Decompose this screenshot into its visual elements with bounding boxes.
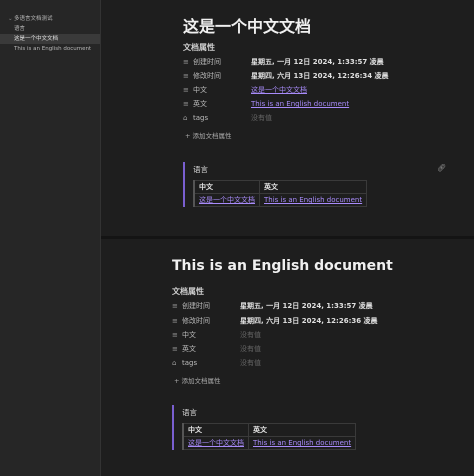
file-explorer: ⌄多语言文档测试 语言 这是一个中文文档 This is an English … [0,0,101,476]
callout-title: 语言 [193,165,208,174]
tree-item-label: This is an English document [14,46,92,52]
text-lines-icon: ≡ [183,72,189,80]
property-chinese[interactable]: ≡ 中文 没有值 [172,329,261,341]
add-property-button[interactable]: + 添加文档属性 [185,130,232,140]
property-created[interactable]: ≡ 创建时间 星期五, 一月 12日 2024, 1:33:57 凌晨 [172,300,373,312]
properties-heading[interactable]: 文档属性 [183,42,215,53]
add-property-button[interactable]: + 添加文档属性 [174,375,221,385]
tree-item-language[interactable]: 语言 [0,24,100,34]
table-header-english: 英文 [247,423,357,437]
language-callout: 语言 中文 英文 这是一个中文文档 This is an English doc… [183,162,368,207]
tag-icon: ⌂ [183,114,188,122]
plus-icon: + [174,377,182,385]
property-empty-value[interactable]: 没有值 [251,113,272,123]
property-key: 创建时间 [182,302,210,310]
property-key: tags [193,114,209,122]
property-key: 创建时间 [193,58,221,66]
property-english[interactable]: ≡ 英文 This is an English document [183,98,349,110]
tree-item-english-doc[interactable]: This is an English document [0,44,100,54]
table-header-english: 英文 [258,180,368,194]
editor-pane-top: 这是一个中文文档 文档属性 ≡ 创建时间 星期五, 一月 12日 2024, 1… [101,0,474,236]
chinese-doc-link[interactable]: 这是一个中文文档 [193,193,260,207]
page-title[interactable]: 这是一个中文文档 [183,13,311,37]
plus-icon: + [185,132,193,140]
english-doc-link[interactable]: This is an English document [258,193,368,207]
text-lines-icon: ≡ [183,58,189,66]
page-title[interactable]: This is an English document [172,258,393,274]
table-header-chinese: 中文 [182,423,249,437]
property-key: 英文 [182,345,196,353]
chinese-doc-link[interactable]: 这是一个中文文档 [182,436,249,450]
text-lines-icon: ≡ [183,86,189,94]
tree-item-chinese-doc[interactable]: 这是一个中文文档 [0,34,100,44]
tree-folder-multilang[interactable]: ⌄多语言文档测试 [0,14,100,24]
text-lines-icon: ≡ [172,331,178,339]
property-tags[interactable]: ⌂ tags 没有值 [172,357,261,369]
property-chinese[interactable]: ≡ 中文 这是一个中文文档 [183,84,307,96]
tree-item-label: 这是一个中文文档 [14,36,59,42]
property-empty-value[interactable]: 没有值 [240,330,261,340]
text-lines-icon: ≡ [172,345,178,353]
property-key: 英文 [193,100,207,108]
tree-item-label: 多语言文档测试 [14,16,53,22]
property-created[interactable]: ≡ 创建时间 星期五, 一月 12日 2024, 1:33:57 凌晨 [183,56,384,68]
callout-title: 语言 [182,408,197,417]
property-english[interactable]: ≡ 英文 没有值 [172,343,261,355]
add-property-label: 添加文档属性 [192,132,232,140]
property-modified[interactable]: ≡ 修改时间 星期四, 六月 13日 2024, 12:26:36 凌晨 [172,315,378,327]
property-key: 中文 [182,331,196,339]
english-doc-link[interactable]: This is an English document [247,436,357,450]
property-tags[interactable]: ⌂ tags 没有值 [183,112,272,124]
language-table: 中文 英文 这是一个中文文档 This is an English docume… [193,180,368,207]
property-empty-value[interactable]: 没有值 [240,344,261,354]
text-lines-icon: ≡ [172,302,178,310]
property-link-value[interactable]: This is an English document [251,100,349,108]
add-property-label: 添加文档属性 [181,377,221,385]
tag-icon: ⌂ [172,359,177,367]
property-value[interactable]: 星期五, 一月 12日 2024, 1:33:57 凌晨 [240,301,373,311]
language-callout: 语言 中文 英文 这是一个中文文档 This is an English doc… [172,405,357,450]
text-lines-icon: ≡ [172,317,178,325]
property-key: 修改时间 [193,72,221,80]
table-row: 这是一个中文文档 This is an English document [193,193,368,207]
property-key: 修改时间 [182,317,210,325]
table-row: 这是一个中文文档 This is an English document [182,436,357,450]
property-value[interactable]: 星期五, 一月 12日 2024, 1:33:57 凌晨 [251,57,384,67]
editor-pane-bottom: This is an English document 文档属性 ≡ 创建时间 … [101,239,474,476]
property-value[interactable]: 星期四, 六月 13日 2024, 12:26:34 凌晨 [251,71,389,81]
tree-item-label: 语言 [14,26,26,32]
link-icon[interactable]: 🔗︎ [437,164,446,172]
language-table: 中文 英文 这是一个中文文档 This is an English docume… [182,423,357,450]
property-empty-value[interactable]: 没有值 [240,358,261,368]
properties-heading[interactable]: 文档属性 [172,286,204,297]
property-modified[interactable]: ≡ 修改时间 星期四, 六月 13日 2024, 12:26:34 凌晨 [183,70,389,82]
property-link-value[interactable]: 这是一个中文文档 [251,85,307,95]
property-key: tags [182,359,198,367]
text-lines-icon: ≡ [183,100,189,108]
property-value[interactable]: 星期四, 六月 13日 2024, 12:26:36 凌晨 [240,316,378,326]
property-key: 中文 [193,86,207,94]
table-header-chinese: 中文 [193,180,260,194]
